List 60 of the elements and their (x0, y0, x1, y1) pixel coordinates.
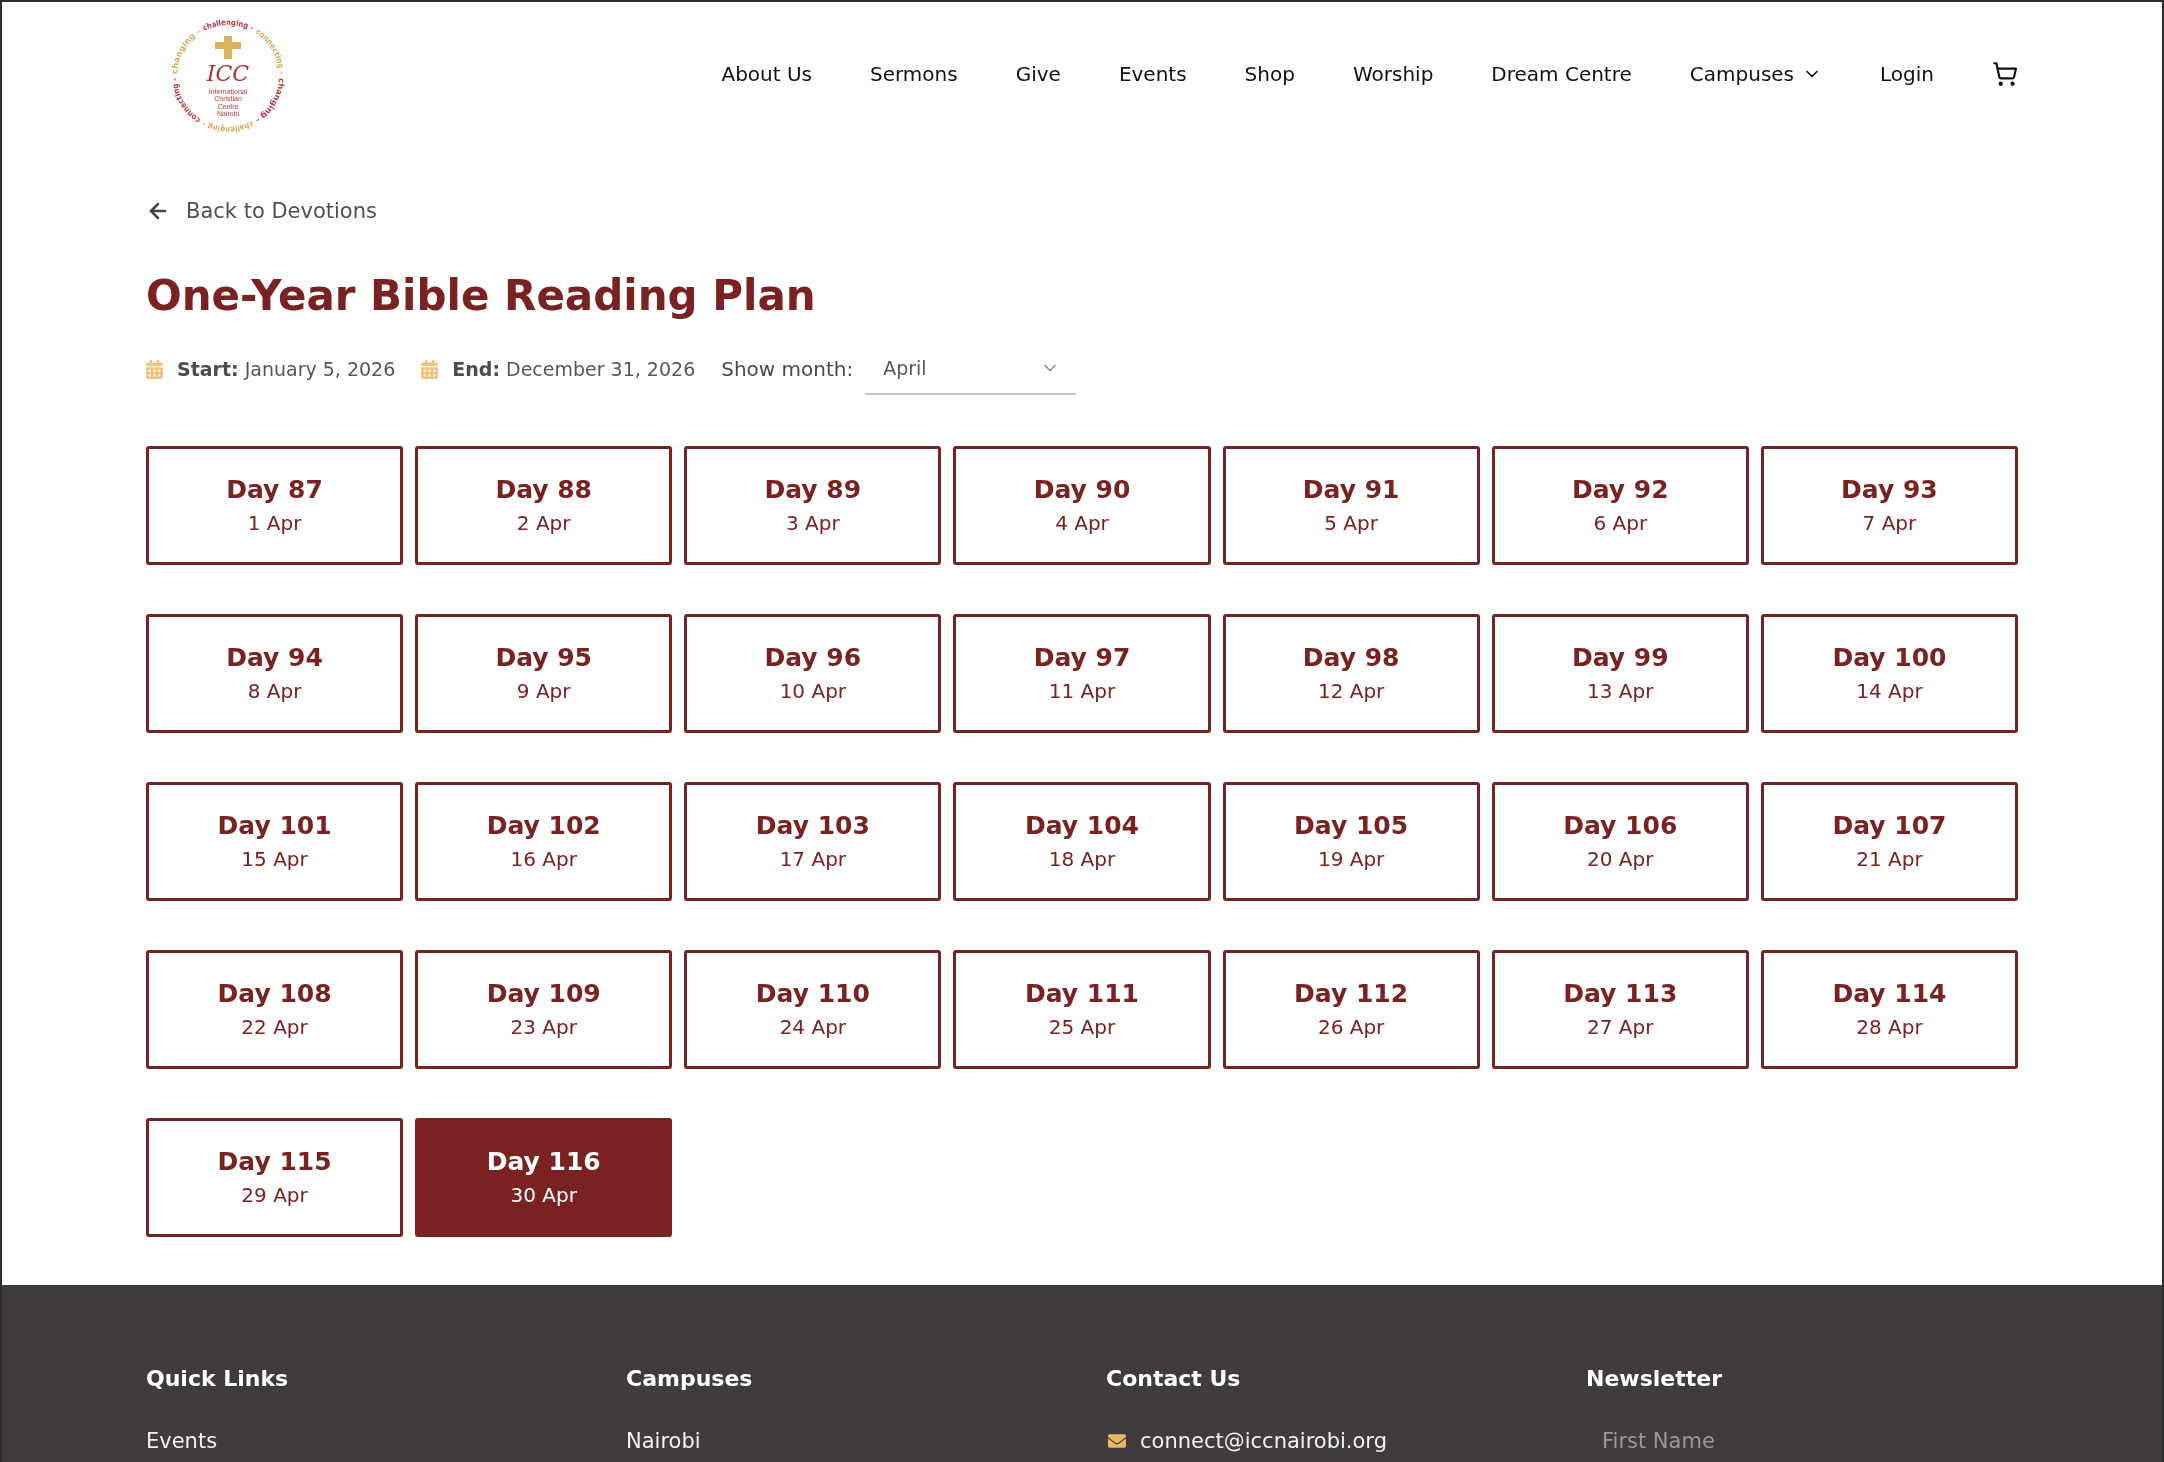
nav-link[interactable]: Give (1015, 61, 1061, 87)
nav-link[interactable]: Campuses (1689, 61, 1823, 87)
envelope-icon (1106, 1432, 1128, 1450)
calendar-icon (146, 359, 163, 379)
day-button[interactable]: Day 108 22 Apr (146, 950, 404, 1069)
plan-date-text: End: December 31, 2026 (452, 357, 696, 382)
nav-link[interactable]: About Us (721, 61, 812, 87)
day-button[interactable]: Day 116 30 Apr (415, 1118, 673, 1237)
day-button[interactable]: Day 95 9 Apr (415, 614, 673, 733)
day-button[interactable]: Day 94 8 Apr (146, 614, 404, 733)
email-link[interactable]: connect@iccnairobi.org (1140, 1427, 1387, 1455)
footer-link[interactable]: Nairobi (626, 1427, 701, 1455)
month-filter-label: Show month: (721, 356, 854, 382)
day-button[interactable]: Day 98 12 Apr (1222, 614, 1480, 733)
back-link[interactable]: Back to Devotions (146, 197, 377, 225)
footer-heading: Newsletter (1586, 1365, 1723, 1393)
footer-heading: Campuses (626, 1365, 753, 1393)
footer-heading: Contact Us (1106, 1365, 1241, 1393)
day-button[interactable]: Day 111 25 Apr (953, 950, 1211, 1069)
cross-icon (215, 36, 241, 59)
day-button[interactable]: Day 102 16 Apr (415, 782, 673, 901)
day-button[interactable]: Day 100 14 Apr (1760, 614, 2018, 733)
plan-date-text: Start: January 5, 2026 (177, 357, 396, 382)
day-button[interactable]: Day 90 4 Apr (953, 446, 1211, 565)
day-button[interactable]: Day 92 6 Apr (1491, 446, 1749, 565)
page-title: One-Year Bible Reading Plan (146, 270, 816, 322)
day-button[interactable]: Day 103 17 Apr (684, 782, 942, 901)
day-button[interactable]: Day 97 11 Apr (953, 614, 1211, 733)
day-button[interactable]: Day 114 28 Apr (1760, 950, 2018, 1069)
nav-link[interactable]: Events (1118, 61, 1187, 87)
footer-link[interactable]: Events (146, 1427, 218, 1455)
day-button[interactable]: Day 89 3 Apr (684, 446, 942, 565)
logo-monogram: ICC (206, 61, 250, 86)
day-button[interactable]: Day 113 27 Apr (1491, 950, 1749, 1069)
day-button[interactable]: Day 105 19 Apr (1222, 782, 1480, 901)
calendar-icon (421, 359, 439, 379)
day-button[interactable]: Day 93 7 Apr (1760, 446, 2018, 565)
logo-ring-word: challenging- (201, 17, 256, 33)
day-button[interactable]: Day 99 13 Apr (1491, 614, 1749, 733)
nav-link[interactable]: Dream Centre (1491, 61, 1632, 87)
month-select[interactable]: April (865, 343, 1077, 395)
day-button[interactable]: Day 109 23 Apr (415, 950, 673, 1069)
first-name-field[interactable]: First Name (1586, 1421, 2018, 1461)
day-button[interactable]: Day 96 10 Apr (684, 614, 942, 733)
day-button[interactable]: Day 104 18 Apr (953, 782, 1211, 901)
nav-link[interactable]: Worship (1352, 61, 1434, 87)
nav-link[interactable]: Shop (1244, 61, 1295, 87)
day-button[interactable]: Day 91 5 Apr (1222, 446, 1480, 565)
day-button[interactable]: Day 110 24 Apr (684, 950, 942, 1069)
footer-heading: Quick Links (146, 1365, 289, 1393)
day-button[interactable]: Day 107 21 Apr (1760, 782, 2018, 901)
day-button[interactable]: Day 101 15 Apr (146, 782, 404, 901)
day-button[interactable]: Day 112 26 Apr (1222, 950, 1480, 1069)
day-button[interactable]: Day 115 29 Apr (146, 1118, 404, 1237)
nav-link[interactable]: Login (1880, 61, 1934, 87)
day-button[interactable]: Day 106 20 Apr (1491, 782, 1749, 901)
day-button[interactable]: Day 88 2 Apr (415, 446, 673, 565)
day-button[interactable]: Day 87 1 Apr (146, 446, 404, 565)
nav-link[interactable]: Sermons (870, 61, 958, 87)
cart-icon[interactable] (1992, 61, 2018, 87)
